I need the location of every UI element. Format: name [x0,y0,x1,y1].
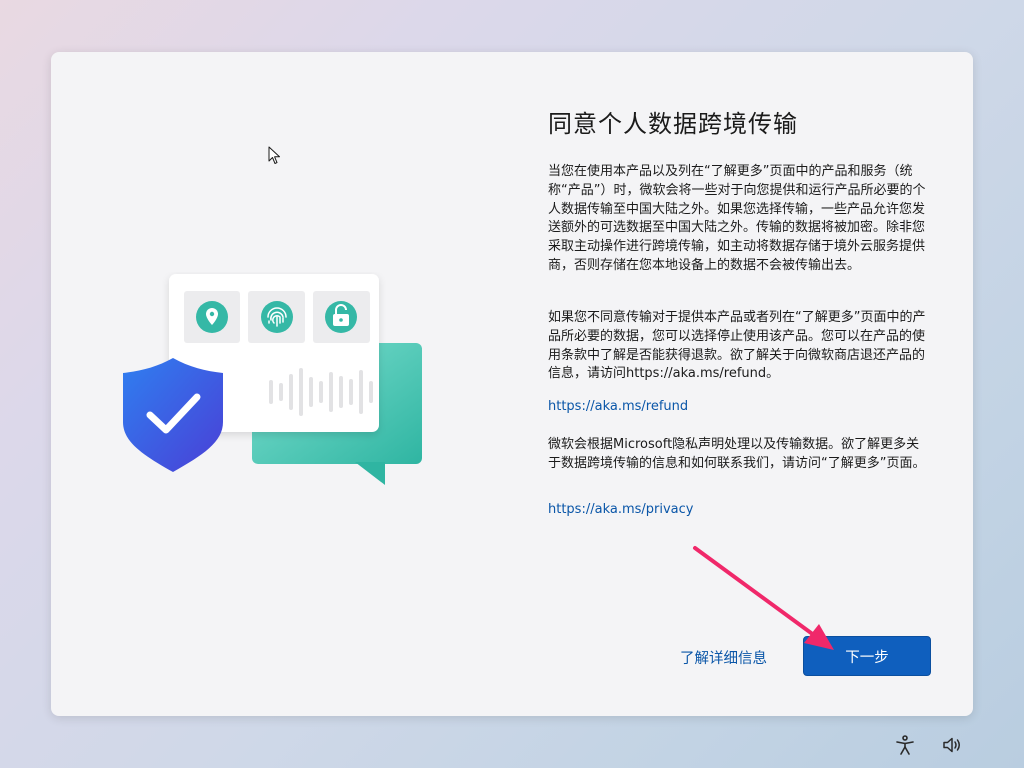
privacy-description: 微软会根据Microsoft隐私声明处理以及传输数据。欲了解更多关于数据跨境传输… [548,437,926,471]
transfer-description: 当您在使用本产品以及列在“了解更多”页面中的产品和服务（统称“产品”）时，微软会… [548,164,926,273]
padlock-icon [325,301,357,333]
data-transfer-illustration [123,274,422,485]
privacy-link[interactable]: https://aka.ms/privacy [548,502,694,517]
accessibility-icon[interactable] [894,734,916,756]
shield-check-icon [123,358,223,472]
location-pin-icon [196,301,228,333]
page-title: 同意个人数据跨境传输 [548,110,798,138]
volume-icon[interactable] [941,734,963,756]
fingerprint-icon [261,301,293,333]
mouse-cursor-icon [268,146,280,164]
refund-description: 如果您不同意传输对于提供本产品或者列在“了解更多”页面中的产品所必要的数据，您可… [548,310,926,382]
annotation-arrow [693,546,834,650]
refund-link[interactable]: https://aka.ms/refund [548,399,688,414]
